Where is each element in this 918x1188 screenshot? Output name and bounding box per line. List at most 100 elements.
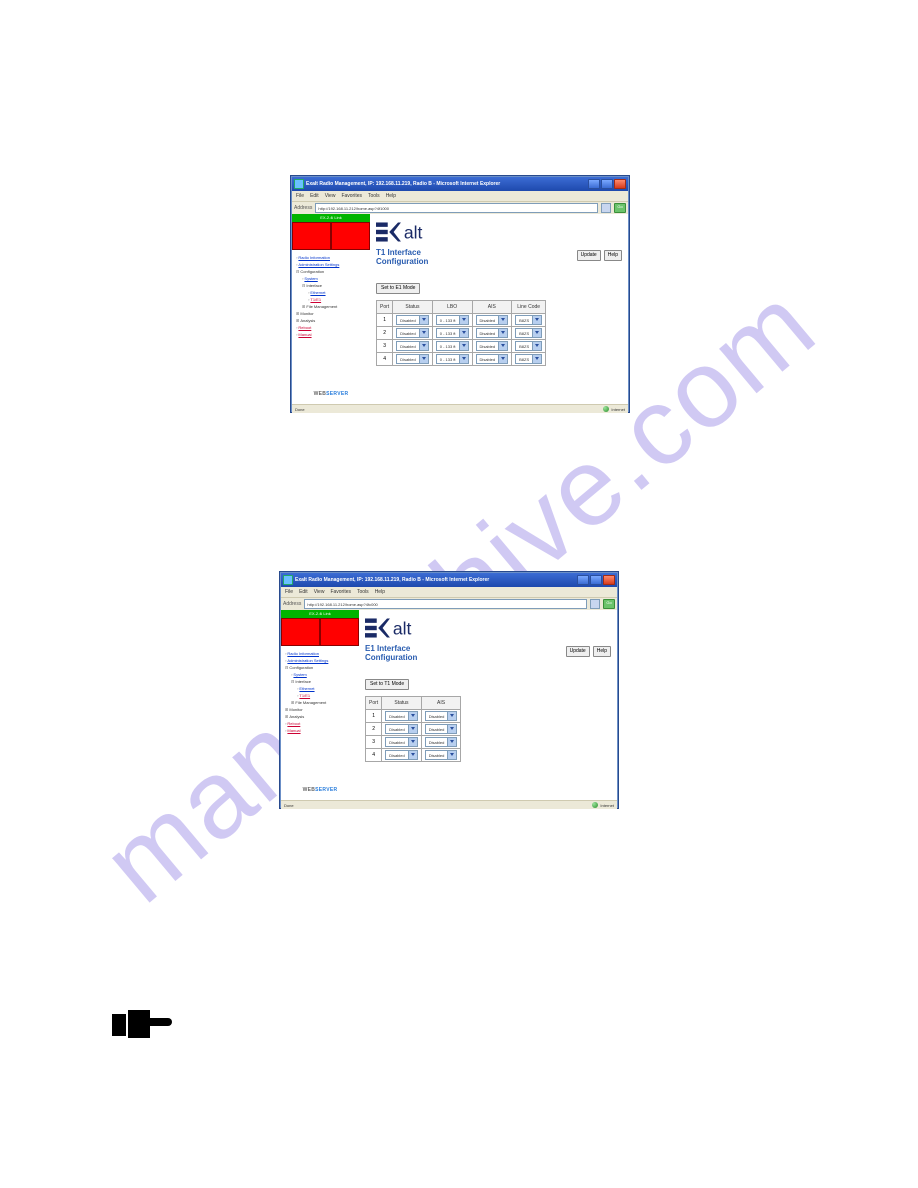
menu-file[interactable]: File [285, 589, 293, 595]
linecode-select[interactable]: B8ZS [515, 315, 542, 325]
menu-favorites[interactable]: Favorites [330, 589, 351, 595]
status-select[interactable]: Disabled [396, 315, 429, 325]
nav-filemgmt[interactable]: File Management [306, 304, 337, 309]
nav-reboot[interactable]: Reboot [287, 721, 300, 726]
menu-help[interactable]: Help [375, 589, 385, 595]
menu-file[interactable]: File [296, 193, 304, 199]
svg-text:alt: alt [393, 619, 412, 639]
nav-monitor[interactable]: Monitor [300, 311, 313, 316]
close-button[interactable] [603, 575, 615, 585]
nav-ethernet[interactable]: Ethernet [299, 686, 314, 691]
address-dropdown[interactable] [601, 203, 611, 213]
menu-edit[interactable]: Edit [310, 193, 319, 199]
nav-system[interactable]: System [304, 276, 317, 281]
nav-manual[interactable]: Manual [287, 728, 300, 733]
address-label: Address [283, 601, 301, 607]
update-button[interactable]: Update [577, 250, 601, 261]
status-select[interactable]: Disabled [385, 724, 418, 734]
help-button[interactable]: Help [604, 250, 622, 261]
table-row: 4 Disabled 0 - 133 ft Disabled B8ZS [377, 353, 546, 366]
nav-interface[interactable]: Interface [306, 283, 322, 288]
status-select[interactable]: Disabled [396, 354, 429, 364]
ais-select[interactable]: Disabled [476, 341, 509, 351]
ais-select[interactable]: Disabled [476, 315, 509, 325]
lbo-select[interactable]: 0 - 133 ft [436, 341, 469, 351]
nav-t1e1[interactable]: T1/E1 [310, 297, 321, 302]
nav-ethernet[interactable]: Ethernet [310, 290, 325, 295]
lbo-select[interactable]: 0 - 133 ft [436, 354, 469, 364]
menu-tools[interactable]: Tools [368, 193, 380, 199]
browser-window-e1: Exalt Radio Management, IP: 192.168.11.2… [280, 572, 618, 808]
nav-system[interactable]: System [293, 672, 306, 677]
brand-logo: alt [365, 614, 611, 642]
go-button[interactable]: Go [603, 599, 615, 609]
nav-analysis[interactable]: Analysis [289, 714, 304, 719]
maximize-button[interactable] [601, 179, 613, 189]
chevron-down-icon [498, 329, 507, 337]
nav-analysis[interactable]: Analysis [300, 318, 315, 323]
menu-help[interactable]: Help [386, 193, 396, 199]
nav-radio-info[interactable]: Radio Information [298, 255, 330, 260]
linecode-select[interactable]: B8ZS [515, 354, 542, 364]
nav-t1e1[interactable]: T1/E1 [299, 693, 310, 698]
address-dropdown[interactable] [590, 599, 600, 609]
ais-select[interactable]: Disabled [476, 354, 509, 364]
pointing-hand-icon [112, 1010, 172, 1038]
status-bar: Done Internet [281, 800, 617, 809]
menu-tools[interactable]: Tools [357, 589, 369, 595]
address-input[interactable]: http://192.168.11.212/home.asp?4f1000 [315, 203, 598, 213]
nav-config[interactable]: Configuration [289, 665, 313, 670]
table-header-row: Port Status AIS [366, 697, 461, 710]
ais-select[interactable]: Disabled [425, 737, 458, 747]
ais-select[interactable]: Disabled [425, 711, 458, 721]
nav-reboot[interactable]: Reboot [298, 325, 311, 330]
alarm-local[interactable] [281, 618, 320, 646]
alarm-local[interactable] [292, 222, 331, 250]
minimize-button[interactable] [588, 179, 600, 189]
ais-select[interactable]: Disabled [476, 328, 509, 338]
linecode-select[interactable]: B8ZS [515, 341, 542, 351]
set-mode-button[interactable]: Set to T1 Mode [365, 679, 409, 690]
address-input[interactable]: http://192.168.11.212/home.asp?4fc000 [304, 599, 587, 609]
nav-monitor[interactable]: Monitor [289, 707, 302, 712]
nav-config[interactable]: Configuration [300, 269, 324, 274]
status-select[interactable]: Disabled [396, 341, 429, 351]
go-button[interactable]: Go [614, 203, 626, 213]
menu-edit[interactable]: Edit [299, 589, 308, 595]
lbo-select[interactable]: 0 - 133 ft [436, 328, 469, 338]
menu-favorites[interactable]: Favorites [341, 193, 362, 199]
nav-radio-info[interactable]: Radio Information [287, 651, 319, 656]
alarm-remote[interactable] [320, 618, 359, 646]
alarm-remote[interactable] [331, 222, 370, 250]
col-ais: AIS [421, 697, 461, 710]
sidebar: EX-2.4i Link ▫Radio Information ▫Adminis… [281, 610, 359, 800]
update-button[interactable]: Update [566, 646, 590, 657]
chevron-down-icon [532, 342, 541, 350]
nav-manual[interactable]: Manual [298, 332, 311, 337]
status-select[interactable]: Disabled [385, 750, 418, 760]
help-button[interactable]: Help [593, 646, 611, 657]
nav-interface[interactable]: Interface [295, 679, 311, 684]
nav-admin[interactable]: Administration Settings [287, 658, 328, 663]
ais-select[interactable]: Disabled [425, 750, 458, 760]
ais-select[interactable]: Disabled [425, 724, 458, 734]
globe-icon [603, 406, 609, 412]
status-right: Internet [611, 407, 625, 412]
linecode-select[interactable]: B8ZS [515, 328, 542, 338]
menu-view[interactable]: View [314, 589, 325, 595]
titlebar: Exalt Radio Management, IP: 192.168.11.2… [292, 177, 628, 191]
set-mode-button[interactable]: Set to E1 Mode [376, 283, 420, 294]
nav-admin[interactable]: Administration Settings [298, 262, 339, 267]
status-select[interactable]: Disabled [385, 737, 418, 747]
status-select[interactable]: Disabled [396, 328, 429, 338]
lbo-select[interactable]: 0 - 133 ft [436, 315, 469, 325]
nav-filemgmt[interactable]: File Management [295, 700, 326, 705]
minimize-button[interactable] [577, 575, 589, 585]
table-header-row: Port Status LBO AIS Line Code [377, 301, 546, 314]
maximize-button[interactable] [590, 575, 602, 585]
status-select[interactable]: Disabled [385, 711, 418, 721]
chevron-down-icon [408, 712, 417, 720]
chevron-down-icon [447, 738, 456, 746]
menu-view[interactable]: View [325, 193, 336, 199]
close-button[interactable] [614, 179, 626, 189]
